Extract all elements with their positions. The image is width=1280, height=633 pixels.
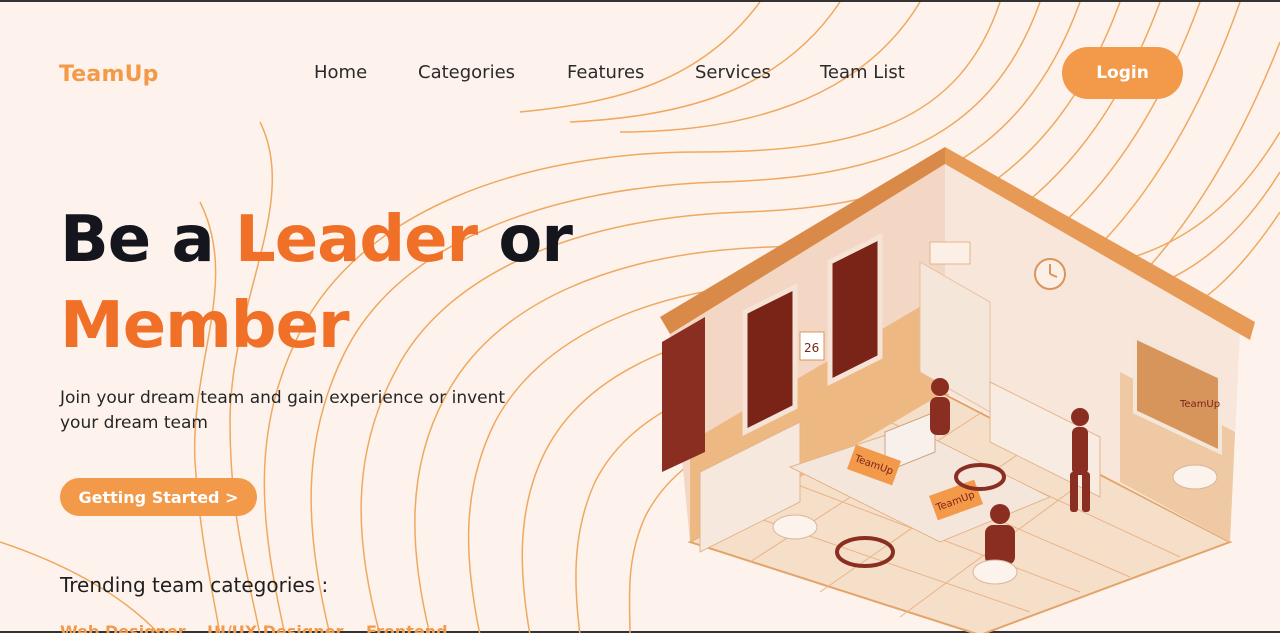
board-label: TeamUp <box>1179 399 1220 410</box>
headline-text: Be a <box>60 203 235 277</box>
headline-accent-member: Member <box>60 289 350 363</box>
chair-bottom <box>972 559 1018 585</box>
tag-frontend[interactable]: Frontend <box>366 622 448 633</box>
shelf-boxes <box>929 241 971 265</box>
window-left <box>742 282 798 437</box>
nav-item-services[interactable]: Services <box>695 62 771 83</box>
office-illustration: 26 TeamUp TeamUp TeamUp <box>660 147 1255 633</box>
tag-ui-ux-designer[interactable]: UI/UX Designer <box>207 622 343 633</box>
top-navigation: TeamUp Home Categories Features Services… <box>0 2 1280 142</box>
pillar-left <box>662 317 705 472</box>
nav-item-categories[interactable]: Categories <box>418 62 515 83</box>
hero-subtitle: Join your dream team and gain experience… <box>60 388 506 433</box>
chair-left <box>772 514 818 540</box>
person-sitting-top <box>930 378 950 435</box>
headline-accent-leader: Leader <box>234 203 478 277</box>
nav-item-team-list[interactable]: Team List <box>820 62 905 83</box>
trending-title: Trending team categories : <box>60 573 329 597</box>
window-right <box>827 232 883 387</box>
nav-item-features[interactable]: Features <box>567 62 644 83</box>
login-button[interactable]: Login <box>1062 47 1183 99</box>
headline-text-or: or <box>477 203 573 277</box>
chair-right <box>1172 464 1218 490</box>
headline-line-1: Be a Leader or <box>60 197 573 283</box>
brand-logo[interactable]: TeamUp <box>59 62 159 87</box>
getting-started-button[interactable]: Getting Started > <box>60 478 257 516</box>
hero-headline: Be a Leader or Member <box>60 197 573 369</box>
tag-web-designer[interactable]: Web Designer <box>60 622 186 633</box>
calendar-day: 26 <box>804 341 819 355</box>
nav-item-home[interactable]: Home <box>314 62 367 83</box>
